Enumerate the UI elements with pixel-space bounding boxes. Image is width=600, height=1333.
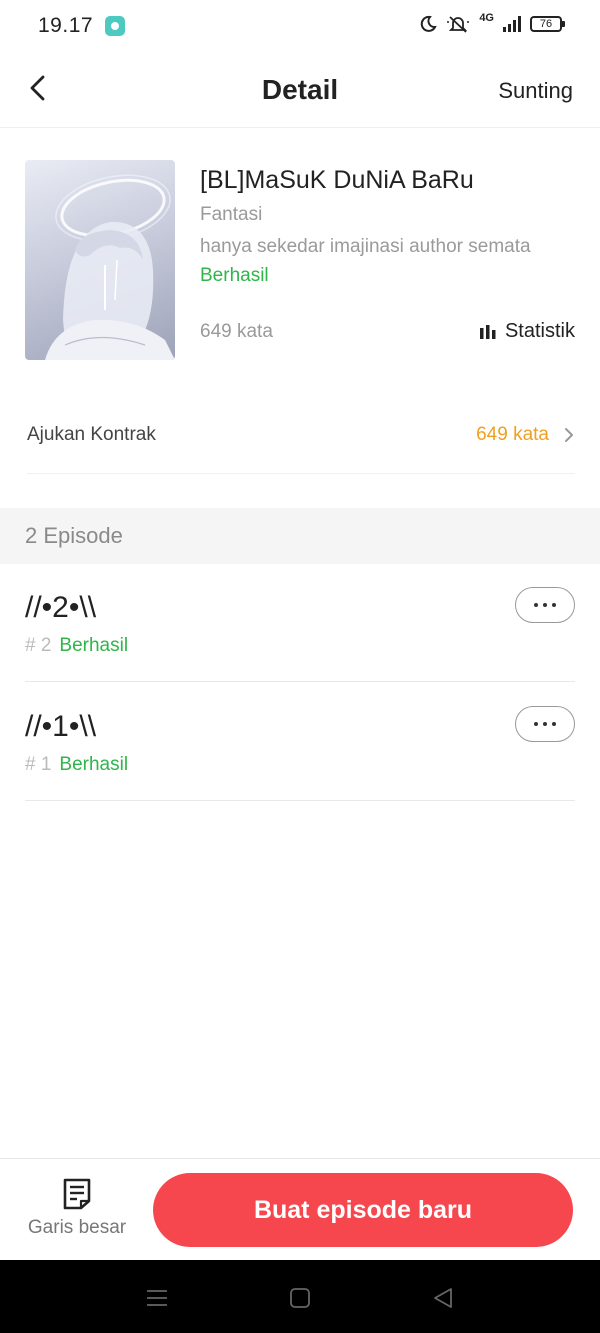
- top-nav-bar: Detail Sunting: [0, 52, 600, 128]
- contract-value: 649 kata: [476, 423, 549, 445]
- episode-count-header: 2 Episode: [0, 508, 600, 564]
- chevron-left-icon: [30, 75, 45, 101]
- app-notification-icon: [105, 16, 126, 36]
- statistics-button[interactable]: Statistik: [479, 320, 575, 343]
- outline-label: Garis besar: [27, 1217, 127, 1238]
- cover-illustration: [45, 174, 175, 360]
- system-navigation-bar: [0, 1260, 600, 1333]
- statistics-label: Statistik: [504, 320, 575, 342]
- book-info-card: [BL]MaSuK DuNiA BaRu Fantasi hanya seked…: [25, 160, 575, 360]
- book-status: Berhasil: [200, 265, 269, 286]
- system-menu-button[interactable]: [143, 1284, 171, 1312]
- episode-item[interactable]: //•1•\\ # 1 Berhasil: [25, 682, 575, 801]
- book-genre: Fantasi: [200, 204, 263, 225]
- create-episode-button[interactable]: Buat episode baru: [153, 1173, 573, 1247]
- status-time: 19.17: [38, 14, 94, 37]
- episode-title: //•1•\\: [25, 710, 97, 743]
- submit-contract-row[interactable]: Ajukan Kontrak 649 kata: [27, 396, 575, 474]
- contract-value-group: 649 kata: [476, 424, 575, 446]
- episode-more-button[interactable]: [515, 706, 575, 742]
- book-description: hanya sekedar imajinasi author semata: [200, 236, 531, 257]
- book-word-count: 649 kata: [200, 321, 273, 342]
- signal-icon: [503, 16, 521, 32]
- back-button[interactable]: [22, 70, 58, 106]
- status-bar: 19.17 4G 76: [0, 0, 600, 52]
- document-icon: [63, 1178, 91, 1210]
- book-cover-image[interactable]: [25, 160, 175, 360]
- outline-button[interactable]: Garis besar: [22, 1177, 132, 1247]
- network-type: 4G: [479, 12, 494, 24]
- edit-button[interactable]: Sunting: [498, 78, 573, 104]
- silent-bell-icon: [447, 16, 470, 33]
- chevron-right-icon: [565, 427, 573, 442]
- system-back-button[interactable]: [429, 1284, 457, 1312]
- episode-number: # 2: [25, 635, 52, 656]
- bar-chart-icon: [479, 324, 496, 339]
- episode-meta: # 2 Berhasil: [25, 635, 128, 657]
- book-title: [BL]MaSuK DuNiA BaRu: [200, 166, 474, 194]
- system-home-button[interactable]: [286, 1284, 314, 1312]
- bottom-action-bar: Garis besar Buat episode baru: [0, 1158, 600, 1260]
- more-dots-icon: [534, 603, 556, 607]
- episode-meta: # 1 Berhasil: [25, 754, 128, 776]
- episode-status: Berhasil: [59, 635, 129, 656]
- menu-icon: [147, 1290, 167, 1306]
- contract-label: Ajukan Kontrak: [27, 423, 156, 445]
- episode-status: Berhasil: [59, 754, 129, 775]
- back-triangle-icon: [434, 1288, 452, 1308]
- episode-number: # 1: [25, 754, 52, 775]
- home-square-icon: [290, 1288, 310, 1308]
- status-icons: 4G 76: [419, 12, 565, 34]
- episode-more-button[interactable]: [515, 587, 575, 623]
- episode-item[interactable]: //•2•\\ # 2 Berhasil: [25, 563, 575, 682]
- more-dots-icon: [534, 722, 556, 726]
- episode-title: //•2•\\: [25, 591, 97, 624]
- moon-icon: [421, 15, 438, 32]
- battery-icon: 76: [530, 16, 565, 32]
